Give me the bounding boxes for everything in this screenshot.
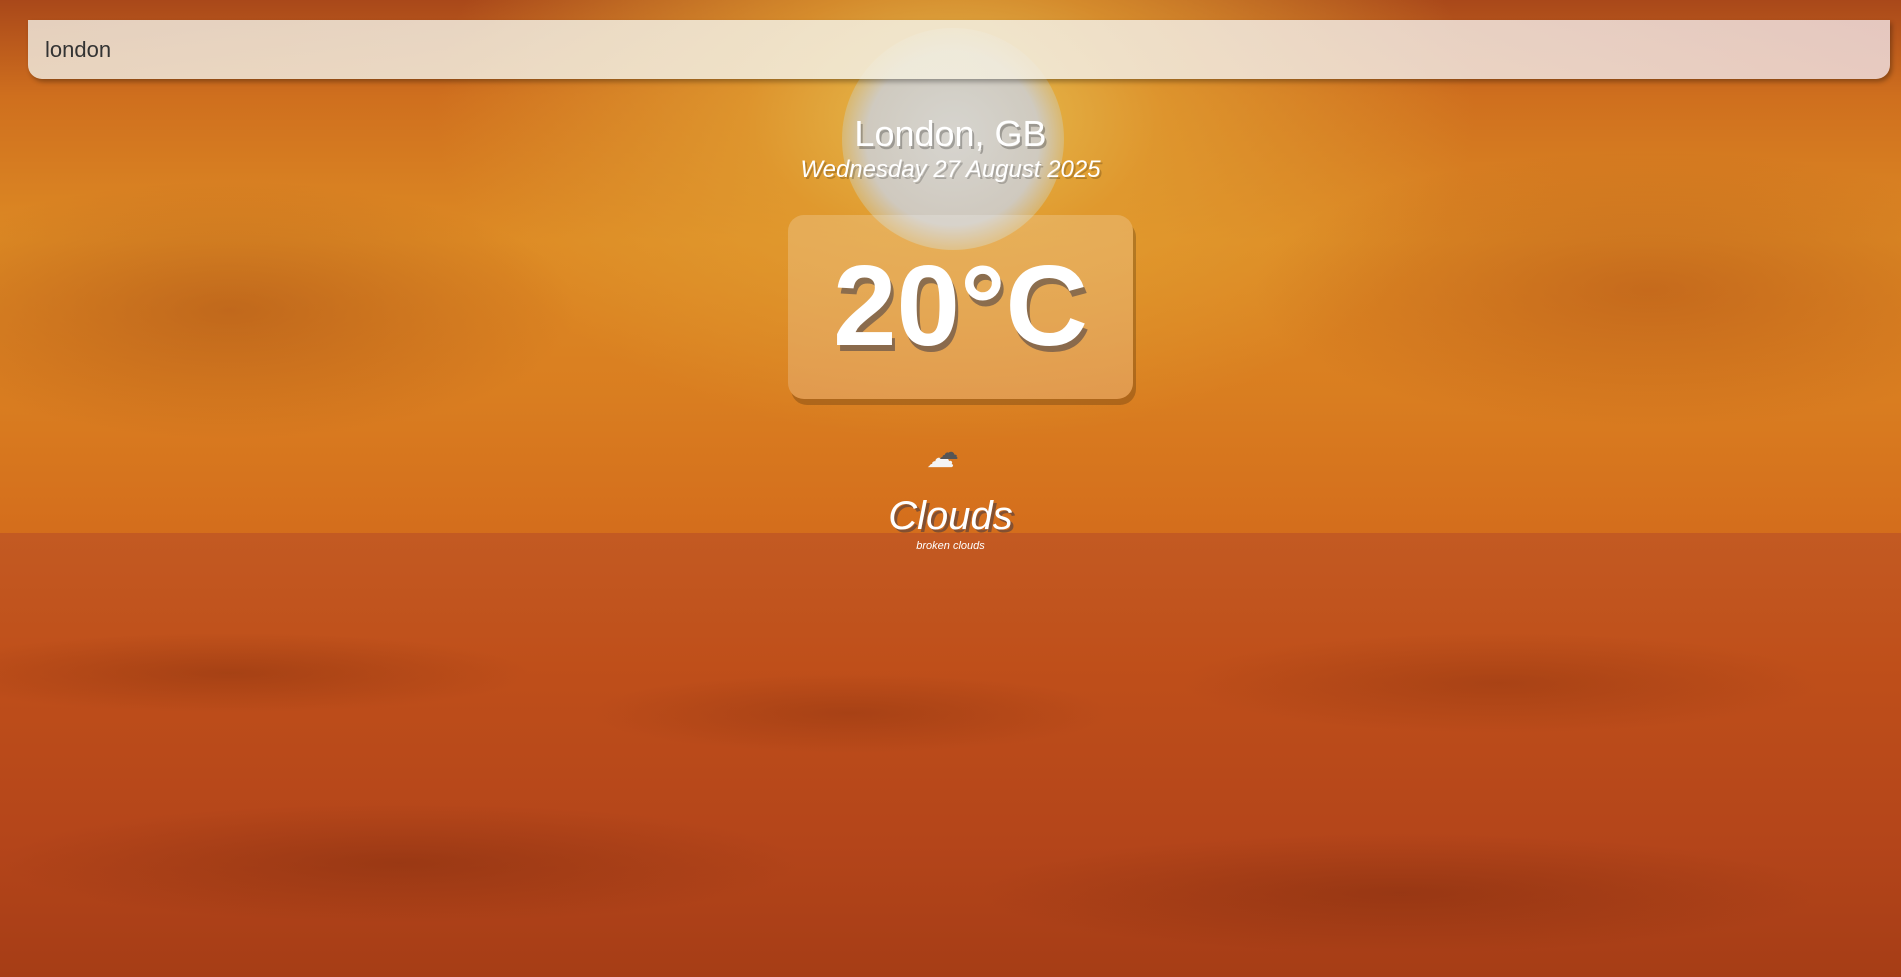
desert-ground: [0, 533, 1901, 977]
temperature-card: 20°C: [788, 215, 1133, 399]
weather-description: broken clouds: [916, 540, 985, 552]
broken-clouds-icon: ☁☁: [0, 440, 1901, 478]
search-input[interactable]: [28, 20, 1890, 79]
date-label: Wednesday 27 August 2025: [800, 156, 1101, 183]
weather-condition: Clouds: [888, 494, 1013, 538]
cloud-haze-left: [0, 180, 580, 440]
cloud-haze-right: [1250, 150, 1901, 430]
location-box: London, GB Wednesday 27 August 2025: [0, 112, 1901, 184]
location-label: London, GB: [854, 113, 1047, 154]
app-background: London, GB Wednesday 27 August 2025 20°C…: [0, 0, 1901, 977]
dark-cloud-icon: ☁: [938, 440, 959, 464]
